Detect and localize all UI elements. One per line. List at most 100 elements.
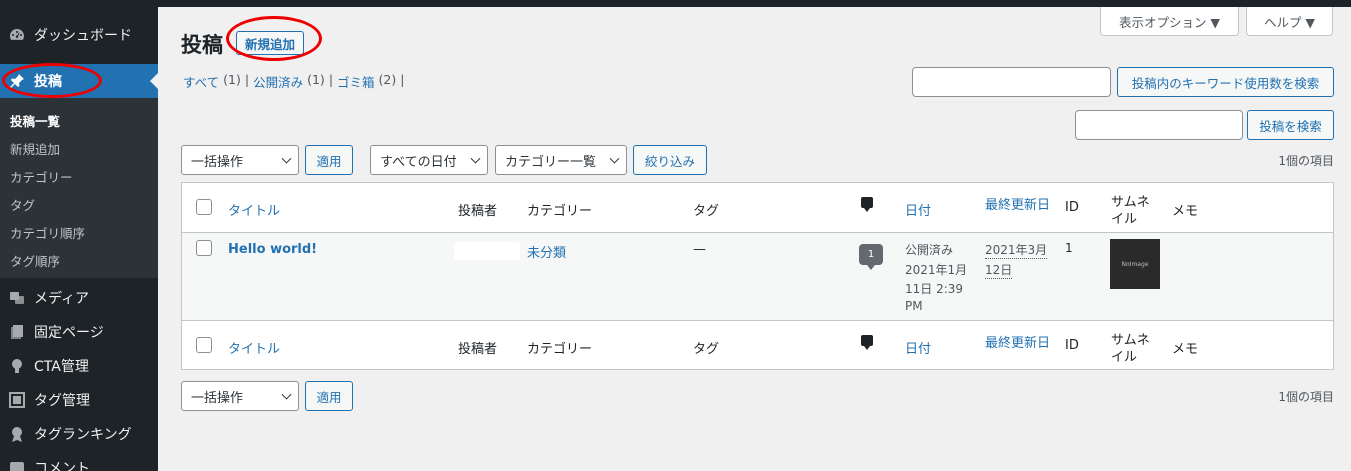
- apply-button-bottom[interactable]: 適用: [305, 381, 353, 411]
- chevron-down-icon: [281, 153, 292, 164]
- admin-sidebar: ダッシュボード 投稿 投稿一覧 新規追加 カテゴリー タグ カテゴリ順序 タグ順…: [0, 0, 158, 471]
- post-category-link[interactable]: 未分類: [527, 242, 566, 261]
- award-icon: [8, 425, 26, 443]
- footer-column-author: 投稿者: [458, 342, 498, 357]
- menu-tag-ranking[interactable]: タグランキング: [0, 417, 158, 451]
- pushpin-icon: [8, 72, 26, 90]
- menu-pages-label: 固定ページ: [34, 325, 104, 341]
- menu-pages[interactable]: 固定ページ: [0, 315, 158, 349]
- footer-column-thumbnail-line2: イル: [1111, 350, 1138, 365]
- apply-button-top[interactable]: 適用: [305, 145, 353, 175]
- comment-count-badge[interactable]: 1: [859, 244, 883, 270]
- footer-column-id: ID: [1065, 338, 1079, 353]
- status-filter-links: すべて (1) | 公開済み (1) | ゴミ箱 (2) |: [183, 72, 404, 91]
- footer-column-title-sort[interactable]: タイトル: [228, 338, 280, 357]
- table-row: Hello world! 未分類 — 1 公開済み 2021年1月 11日 2:…: [182, 232, 1333, 321]
- post-search-input[interactable]: [1075, 110, 1243, 140]
- comments-column-icon[interactable]: [861, 197, 873, 212]
- date-filter-select[interactable]: すべての日付: [370, 145, 488, 175]
- table-footer-row: タイトル 投稿者 カテゴリー タグ 日付 最終更新日 ID サムネ イル メモ: [182, 321, 1333, 370]
- author-redacted: [454, 242, 520, 260]
- category-filter-value: カテゴリー一覧: [505, 154, 597, 170]
- category-filter-select[interactable]: カテゴリー一覧: [495, 145, 627, 175]
- column-memo: メモ: [1172, 204, 1199, 219]
- bulk-action-value: 一括操作: [191, 154, 244, 170]
- submenu-all-posts[interactable]: 投稿一覧: [10, 111, 60, 130]
- bulk-action-value-bottom: 一括操作: [191, 390, 244, 406]
- post-date: 2021年1月: [905, 263, 968, 277]
- lightbulb-icon: [8, 357, 26, 375]
- table-header-row: タイトル 投稿者 カテゴリー タグ 日付 最終更新日 ID サムネ イル メモ: [182, 183, 1333, 232]
- filter-published-link[interactable]: 公開済み: [253, 72, 303, 91]
- menu-media-label: メディア: [34, 291, 90, 307]
- chevron-down-icon: [609, 153, 620, 164]
- dashboard-icon: [8, 26, 26, 44]
- menu-dashboard-label: ダッシュボード: [34, 28, 132, 44]
- filter-trash-link[interactable]: ゴミ箱: [337, 72, 375, 91]
- footer-comments-column-icon[interactable]: [861, 335, 873, 350]
- active-arrow: [150, 73, 158, 89]
- select-all-checkbox-footer[interactable]: [196, 337, 212, 353]
- items-count-bottom: 1個の項目: [1278, 390, 1334, 404]
- post-id: 1: [1065, 241, 1073, 255]
- submenu-add-new[interactable]: 新規追加: [10, 139, 60, 158]
- post-title-link[interactable]: Hello world!: [228, 242, 317, 257]
- post-date-line2: 11日 2:39: [905, 282, 964, 296]
- bulk-action-select-top[interactable]: 一括操作: [181, 145, 299, 175]
- submenu-categories[interactable]: カテゴリー: [10, 167, 73, 186]
- menu-media[interactable]: メディア: [0, 281, 158, 315]
- keyword-search-input[interactable]: [912, 67, 1111, 97]
- footer-column-tags: タグ: [693, 342, 720, 357]
- column-id: ID: [1065, 200, 1079, 215]
- post-tags: —: [693, 242, 706, 257]
- chevron-down-icon: [281, 389, 292, 400]
- add-new-button[interactable]: 新規追加: [236, 31, 304, 55]
- filter-separator: |: [244, 72, 250, 87]
- screen-options-button[interactable]: 表示オプション ▼: [1100, 7, 1239, 36]
- footer-column-categories: カテゴリー: [527, 342, 593, 357]
- submenu-tag-order[interactable]: タグ順序: [10, 251, 60, 270]
- help-button[interactable]: ヘルプ ▼: [1246, 7, 1333, 36]
- submenu-tags[interactable]: タグ: [10, 195, 35, 214]
- menu-dashboard[interactable]: ダッシュボード: [0, 18, 158, 52]
- menu-tag-manage[interactable]: タグ管理: [0, 383, 158, 417]
- filter-all-count: (1): [223, 72, 241, 87]
- column-thumbnail-line2: イル: [1111, 212, 1138, 227]
- post-thumbnail: NoImage: [1110, 239, 1160, 289]
- menu-posts[interactable]: 投稿: [0, 64, 158, 98]
- post-date-line3: PM: [905, 299, 923, 313]
- column-tags: タグ: [693, 204, 720, 219]
- posts-submenu: 投稿一覧 新規追加 カテゴリー タグ カテゴリ順序 タグ順序: [0, 98, 158, 278]
- footer-column-date-sort[interactable]: 日付: [905, 338, 931, 357]
- menu-cta[interactable]: CTA管理: [0, 349, 158, 383]
- pages-icon: [8, 323, 26, 341]
- filter-separator: |: [328, 72, 334, 87]
- submenu-category-order[interactable]: カテゴリ順序: [10, 223, 85, 242]
- filter-published-count: (1): [307, 72, 325, 87]
- posts-table: タイトル 投稿者 カテゴリー タグ 日付 最終更新日 ID サムネ イル メモ …: [181, 182, 1334, 370]
- filter-button[interactable]: 絞り込み: [633, 145, 707, 175]
- menu-tag-manage-label: タグ管理: [34, 393, 90, 409]
- column-modified-sort[interactable]: 最終更新日: [985, 194, 1050, 213]
- page-title: 投稿: [181, 33, 223, 57]
- select-all-checkbox[interactable]: [196, 199, 212, 215]
- filter-all-link[interactable]: すべて: [183, 72, 219, 91]
- menu-posts-label: 投稿: [34, 74, 62, 90]
- keyword-count-search-button[interactable]: 投稿内のキーワード使用数を検索: [1117, 67, 1334, 97]
- footer-column-modified-sort[interactable]: 最終更新日: [985, 332, 1050, 351]
- items-count-top: 1個の項目: [1278, 154, 1334, 168]
- column-title-sort[interactable]: タイトル: [228, 200, 280, 219]
- chevron-down-icon: [470, 153, 481, 164]
- media-icon: [8, 289, 26, 307]
- menu-cta-label: CTA管理: [34, 359, 89, 375]
- post-status: 公開済み: [905, 243, 954, 257]
- column-date-sort[interactable]: 日付: [905, 200, 931, 219]
- menu-comments[interactable]: コメント: [0, 451, 158, 471]
- post-search-button[interactable]: 投稿を検索: [1247, 110, 1334, 140]
- row-checkbox[interactable]: [196, 240, 212, 256]
- column-categories: カテゴリー: [527, 204, 593, 219]
- footer-column-memo: メモ: [1172, 342, 1199, 357]
- bulk-action-select-bottom[interactable]: 一括操作: [181, 381, 299, 411]
- column-author: 投稿者: [458, 204, 498, 219]
- menu-tag-ranking-label: タグランキング: [34, 427, 132, 443]
